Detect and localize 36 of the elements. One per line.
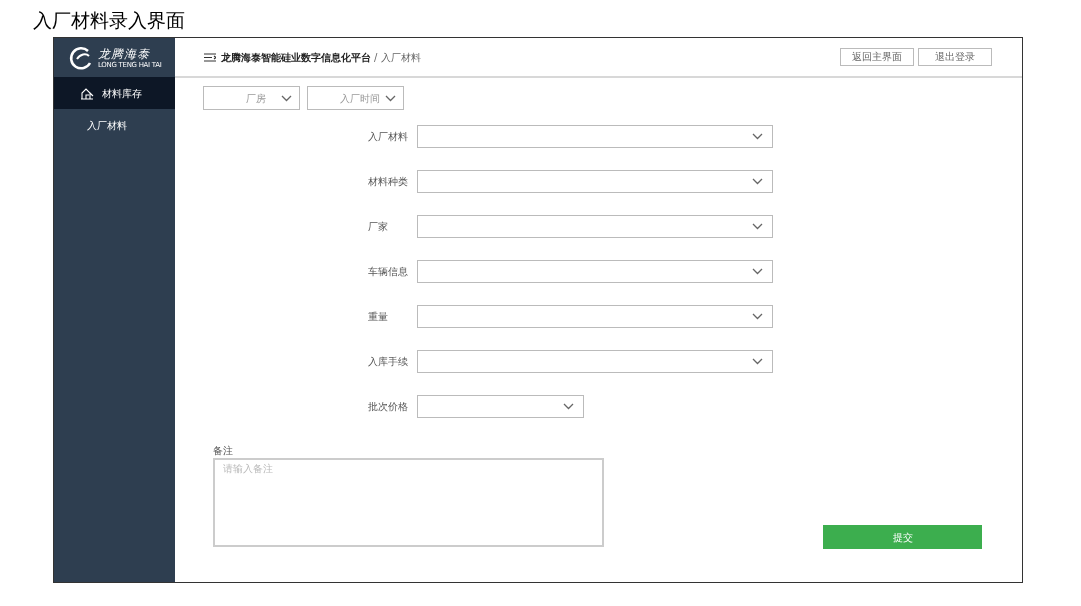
chevron-down-icon: [752, 358, 763, 365]
chevron-down-icon: [563, 403, 574, 410]
chevron-down-icon: [752, 223, 763, 230]
sidebar-item[interactable]: 入厂材料: [54, 109, 175, 141]
select-field[interactable]: [417, 125, 773, 148]
logo-name: 龙腾海泰: [98, 46, 151, 61]
field-label: 重量: [368, 310, 389, 324]
field-label: 入厂材料: [368, 130, 409, 144]
select-field[interactable]: [417, 350, 773, 373]
select-field[interactable]: [417, 305, 773, 328]
building-icon: [80, 86, 94, 100]
chevron-down-icon: [752, 313, 763, 320]
chevron-down-icon: [752, 178, 763, 185]
sidebar-item[interactable]: 材料库存: [54, 77, 175, 109]
select-field[interactable]: [417, 170, 773, 193]
header-button[interactable]: 返回主界面: [840, 48, 914, 66]
select-field[interactable]: [417, 260, 773, 283]
menu-icon[interactable]: [204, 52, 216, 62]
select-field[interactable]: [417, 215, 773, 238]
field-label: 材料种类: [368, 175, 409, 189]
field-label: 车辆信息: [368, 265, 409, 279]
page-title: 入厂材料录入界面: [33, 9, 185, 31]
chevron-down-icon: [281, 94, 292, 102]
field-label: 厂家: [368, 220, 389, 234]
chevron-down-icon: [385, 94, 396, 102]
select-field[interactable]: [417, 395, 584, 418]
header-button[interactable]: 退出登录: [918, 48, 992, 66]
remarks-field[interactable]: 请输入备注: [213, 458, 604, 547]
remarks-label: 备注: [213, 444, 234, 458]
chevron-down-icon: [752, 133, 763, 140]
field-label: 批次价格: [368, 400, 409, 414]
chevron-down-icon: [752, 268, 763, 275]
breadcrumb-current: / 入厂材料: [374, 50, 421, 65]
logo-icon: [68, 44, 94, 71]
platform-title: 龙腾海泰智能硅业数字信息化平台: [221, 50, 371, 65]
field-label: 入库手续: [368, 355, 409, 369]
